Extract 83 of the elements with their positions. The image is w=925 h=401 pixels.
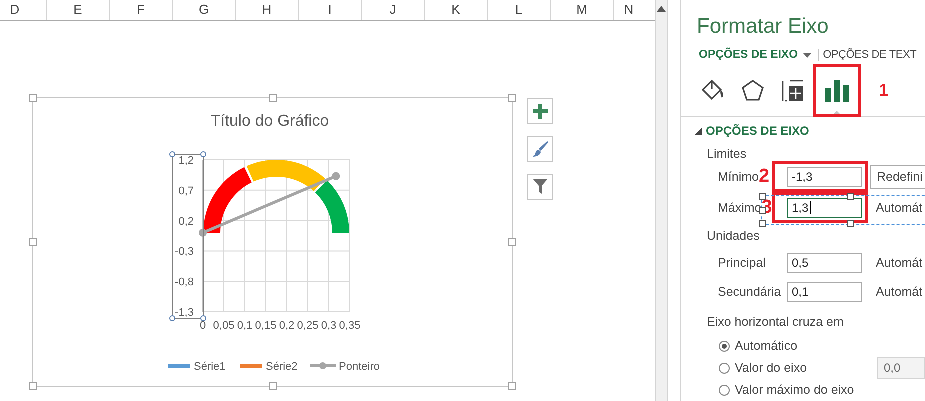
field-label: Principal — [718, 256, 766, 270]
resize-handle[interactable] — [508, 382, 516, 390]
column-header[interactable]: J — [362, 0, 425, 20]
column-header[interactable]: F — [110, 0, 173, 20]
legend-line-icon — [310, 362, 336, 370]
pane-title: Formatar Eixo — [696, 14, 830, 40]
radio-label[interactable]: Valor máximo do eixo — [735, 383, 854, 397]
axis-label: 0,25 — [297, 320, 319, 332]
column-header[interactable]: L — [488, 0, 551, 20]
axis-label: -1,3 — [175, 307, 194, 319]
axis-label: 0,2 — [279, 320, 295, 332]
scrollbar[interactable] — [655, 0, 668, 401]
option-heading: Eixo horizontal cruza em — [706, 314, 845, 331]
legend-label: Ponteiro — [339, 361, 380, 373]
axis-label: -0,3 — [175, 246, 194, 258]
column-header[interactable]: H — [236, 0, 299, 20]
resize-handle[interactable] — [268, 382, 276, 390]
callout-number: 2 — [758, 166, 770, 187]
resize-handle[interactable] — [508, 238, 516, 246]
chart-area[interactable]: Título do Gráfico 1,2 0,7 0,2 -0,3 -0,8 -1,3 0 0,05 0,1 0,15 0,2 0,25 0,3 0,35 Série1 Série2 Ponteiro — [32, 97, 513, 387]
axis-label: 0,7 — [178, 185, 194, 198]
filter-button[interactable] — [527, 174, 553, 200]
chart-style-button[interactable] — [527, 136, 553, 162]
axis-label: 0,35 — [339, 320, 361, 332]
filter-icon — [532, 179, 548, 195]
column-header[interactable]: M — [551, 0, 614, 20]
plus-icon — [532, 104, 548, 118]
bar-chart-icon — [825, 80, 849, 102]
section-title: OPÇÕES DE EIXO — [706, 124, 810, 138]
group-label: Unidades — [706, 228, 761, 245]
input-field[interactable]: -1,3 — [787, 166, 862, 187]
column-header[interactable]: E — [47, 0, 110, 20]
data-point — [199, 228, 207, 237]
callout-number: 1 — [879, 80, 888, 100]
resize-handle[interactable] — [29, 382, 37, 390]
auto-label: Automát — [876, 256, 923, 270]
resize-handle[interactable] — [508, 94, 516, 102]
size-properties-icon — [781, 78, 805, 102]
resize-handle[interactable] — [29, 238, 37, 246]
chart-title: Título do Gráfico — [210, 113, 330, 130]
brush-icon — [532, 140, 548, 158]
resize-handle[interactable] — [29, 94, 37, 102]
input-field[interactable]: 0,5 — [787, 252, 862, 273]
resize-handle[interactable] — [268, 94, 276, 102]
tab[interactable]: OPÇÕES DE EIXO — [699, 49, 818, 62]
axis-label: 1,2 — [178, 155, 194, 167]
column-header[interactable]: G — [173, 0, 236, 20]
column-header[interactable]: I — [299, 0, 362, 20]
legend-label: Série2 — [266, 361, 298, 373]
axis-selection[interactable] — [170, 152, 206, 322]
field-label: Secundária — [718, 284, 782, 299]
axis-label: -0,8 — [175, 276, 194, 289]
field-label: Mínimo — [718, 170, 759, 184]
axis-label: 0 — [200, 320, 206, 332]
auto-label: Automát — [876, 200, 923, 215]
column-header[interactable]: D — [0, 0, 47, 20]
input-field[interactable]: 0,0 — [877, 357, 925, 379]
axis-label: 0,1 — [237, 320, 253, 332]
column-header[interactable]: N — [614, 0, 644, 20]
radio-button[interactable] — [719, 362, 730, 374]
input-field[interactable]: 1,3 — [787, 198, 862, 218]
text-cursor — [810, 201, 811, 214]
axis-label: 0,3 — [321, 320, 337, 332]
pentagon-icon — [741, 78, 765, 102]
radio-label[interactable]: Valor do eixo — [735, 361, 808, 375]
axis-label: 0,05 — [213, 320, 235, 332]
radio-label[interactable]: Automático — [735, 339, 798, 353]
add-element-button[interactable] — [527, 98, 553, 124]
field-label: Máximo — [718, 200, 762, 215]
collapse-icon[interactable] — [695, 128, 702, 135]
axis-label: 0,2 — [178, 216, 194, 228]
axis-label: 0,15 — [255, 320, 277, 332]
data-point — [332, 172, 340, 180]
auto-label: Automát — [876, 284, 923, 299]
tab[interactable]: OPÇÕES DE TEXT — [818, 49, 923, 62]
radio-button[interactable] — [719, 384, 730, 396]
scroll-up-icon[interactable] — [657, 6, 666, 12]
input-field[interactable]: 0,1 — [787, 282, 862, 302]
legend-label: Série1 — [194, 361, 226, 373]
reset-button[interactable]: Redefini — [870, 164, 925, 189]
column-header[interactable]: K — [425, 0, 488, 20]
group-label: Limites — [706, 146, 748, 162]
radio-button[interactable] — [719, 340, 730, 352]
